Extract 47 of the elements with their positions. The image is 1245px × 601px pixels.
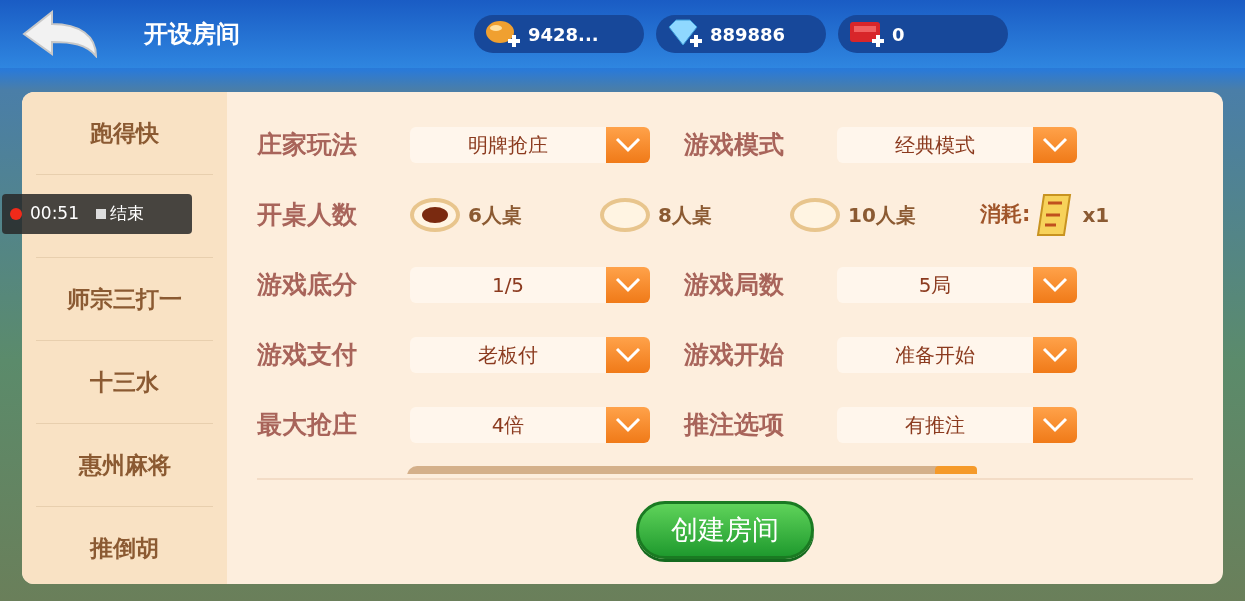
sidebar-item[interactable]: 惠州麻将 xyxy=(78,447,171,483)
sidebar-item[interactable]: 跑得快 xyxy=(90,115,159,151)
recording-time: 00:51 xyxy=(30,202,79,226)
field-label: 推注选项 xyxy=(684,409,785,442)
radio-button[interactable] xyxy=(790,198,840,232)
dropdown[interactable]: 经典模式 xyxy=(837,127,1077,163)
radio-button[interactable] xyxy=(600,198,650,232)
dropdown[interactable]: 有推注 xyxy=(837,407,1077,443)
field-label: 开桌人数 xyxy=(257,199,358,232)
sidebar-item[interactable]: 师宗三打一 xyxy=(67,281,182,317)
radio-label: 10人桌 xyxy=(848,202,916,229)
page-title: 开设房间 xyxy=(144,19,241,50)
radio-button[interactable] xyxy=(410,198,460,232)
back-arrow-icon[interactable] xyxy=(22,10,98,58)
chevron-down-icon xyxy=(615,137,641,153)
radio-label: 6人桌 xyxy=(468,202,522,229)
cost-amount: x1 xyxy=(1082,202,1110,229)
dropdown[interactable]: 明牌抢庄 xyxy=(410,127,650,163)
field-label: 游戏开始 xyxy=(684,339,785,372)
dropdown[interactable]: 1/5 xyxy=(410,267,650,303)
currency-amount: 0 xyxy=(892,22,905,47)
stop-button[interactable]: 结束 xyxy=(95,200,145,228)
chevron-down-icon xyxy=(615,347,641,363)
sidebar-item[interactable]: 十三水 xyxy=(90,364,159,400)
chevron-down-icon xyxy=(615,277,641,293)
dropdown[interactable]: 老板付 xyxy=(410,337,650,373)
field-label: 游戏底分 xyxy=(257,269,358,302)
dropdown[interactable]: 4倍 xyxy=(410,407,650,443)
field-label: 游戏模式 xyxy=(684,129,785,162)
field-label: 游戏局数 xyxy=(684,269,785,302)
chevron-down-icon xyxy=(1042,347,1068,363)
radio-label: 8人桌 xyxy=(658,202,712,229)
field-label: 游戏支付 xyxy=(257,339,358,372)
chevron-down-icon xyxy=(1042,417,1068,433)
record-dot-icon xyxy=(10,208,22,220)
field-label: 最大抢庄 xyxy=(257,409,358,442)
currency-amount: 889886 xyxy=(710,22,786,47)
dropdown[interactable]: 准备开始 xyxy=(837,337,1077,373)
field-label: 庄家玩法 xyxy=(257,129,358,162)
cost-label: 消耗: xyxy=(980,201,1031,229)
dropdown[interactable]: 5局 xyxy=(837,267,1077,303)
chevron-down-icon xyxy=(615,417,641,433)
chevron-down-icon xyxy=(1042,277,1068,293)
chevron-down-icon xyxy=(1042,137,1068,153)
room-card-icon xyxy=(1036,193,1073,237)
currency-amount: 9428... xyxy=(528,22,599,47)
sidebar-item[interactable]: 推倒胡 xyxy=(90,530,159,566)
